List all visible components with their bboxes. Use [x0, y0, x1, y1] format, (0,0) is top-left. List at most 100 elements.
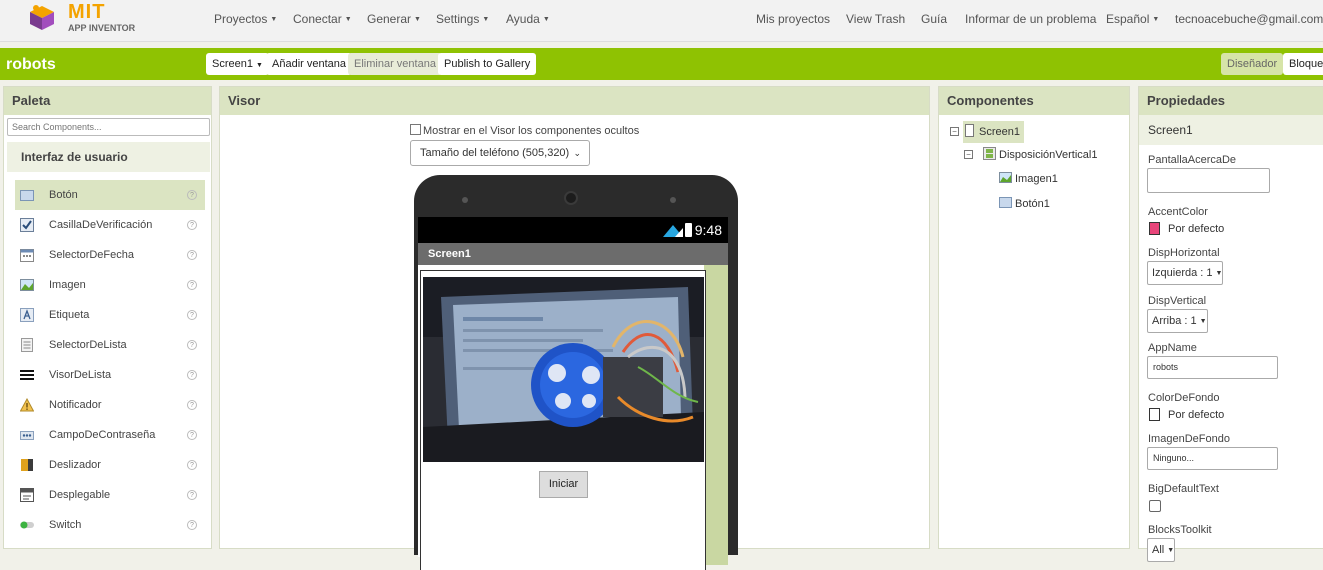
- search-components-input[interactable]: [7, 118, 210, 136]
- palette-item-spinner[interactable]: Desplegable ?: [15, 480, 205, 510]
- screen-select-button[interactable]: Screen1 ▼: [206, 53, 269, 75]
- menu-generar[interactable]: Generar ▼: [367, 12, 421, 26]
- battery-icon: [685, 223, 692, 237]
- palette-item-label[interactable]: Etiqueta ?: [15, 300, 205, 330]
- palette-item-password[interactable]: CampoDeContraseña ?: [15, 420, 205, 450]
- about-screen-textarea[interactable]: [1147, 168, 1270, 193]
- help-icon[interactable]: ?: [187, 250, 197, 260]
- vertical-align-select[interactable]: Arriba : 1 ▼: [1147, 309, 1208, 333]
- accent-color-swatch[interactable]: [1149, 222, 1160, 235]
- palette-item-button[interactable]: Botón ?: [15, 180, 205, 210]
- listpicker-icon: [21, 338, 33, 352]
- help-icon[interactable]: ?: [187, 520, 197, 530]
- checkbox-box[interactable]: [410, 124, 421, 135]
- tree-item-boton1[interactable]: Botón1: [999, 193, 1050, 215]
- selected-component-name: Screen1: [1139, 115, 1323, 145]
- slider-icon: [21, 459, 33, 471]
- calendar-icon: [20, 249, 34, 262]
- screen-icon: [965, 124, 974, 137]
- help-icon[interactable]: ?: [187, 460, 197, 470]
- chevron-down-icon: ▼: [270, 16, 278, 23]
- chevron-down-icon: ▼: [482, 16, 490, 23]
- help-icon[interactable]: ?: [187, 280, 197, 290]
- phone-sensor: [462, 197, 468, 203]
- help-icon[interactable]: ?: [187, 310, 197, 320]
- help-icon[interactable]: ?: [187, 490, 197, 500]
- about-screen-label: PantallaAcercaDe: [1148, 154, 1237, 166]
- remove-screen-button[interactable]: Eliminar ventana: [348, 53, 442, 75]
- iniciar-button-preview[interactable]: Iniciar: [539, 471, 588, 498]
- chevron-down-icon: ▼: [1199, 318, 1207, 325]
- menu-proyectos[interactable]: Proyectos ▼: [214, 12, 277, 26]
- background-color-swatch[interactable]: [1149, 408, 1160, 421]
- chevron-down-icon: ▼: [542, 16, 550, 23]
- menu-ayuda[interactable]: Ayuda ▼: [506, 12, 550, 26]
- show-hidden-components-checkbox[interactable]: Mostrar en el Visor los componentes ocul…: [410, 124, 639, 137]
- help-icon[interactable]: ?: [187, 400, 197, 410]
- tree-item-screen1[interactable]: Screen1: [963, 121, 1024, 143]
- collapse-icon[interactable]: −: [964, 150, 973, 159]
- category-user-interface[interactable]: Interfaz de usuario: [7, 142, 210, 172]
- palette-item-listview[interactable]: VisorDeLista ?: [15, 360, 205, 390]
- help-icon[interactable]: ?: [187, 430, 197, 440]
- help-icon[interactable]: ?: [187, 340, 197, 350]
- chevron-down-icon: ▼: [414, 16, 421, 23]
- button-icon: [20, 190, 34, 201]
- help-icon[interactable]: ?: [187, 370, 197, 380]
- help-icon[interactable]: ?: [187, 220, 197, 230]
- chevron-down-icon: ▼: [1152, 16, 1160, 23]
- publish-gallery-button[interactable]: Publish to Gallery: [438, 53, 537, 75]
- palette-item-datepicker[interactable]: SelectorDeFecha ?: [15, 240, 205, 270]
- horizontal-align-select[interactable]: Izquierda : 1 ▼: [1147, 261, 1224, 285]
- vertical-arrangement-preview[interactable]: Iniciar: [420, 270, 706, 570]
- background-color-value[interactable]: Por defecto: [1168, 409, 1224, 421]
- help-icon[interactable]: ?: [187, 190, 197, 200]
- guide-link[interactable]: Guía: [921, 12, 947, 26]
- background-color-label: ColorDeFondo: [1148, 392, 1220, 404]
- robot-photo-image[interactable]: [423, 277, 704, 462]
- listview-icon: [20, 370, 34, 380]
- view-trash-link[interactable]: View Trash: [846, 12, 905, 26]
- menu-settings[interactable]: Settings ▼: [436, 12, 489, 26]
- big-default-text-checkbox[interactable]: [1149, 500, 1161, 512]
- wifi-icon: [663, 225, 683, 237]
- blocks-toolkit-label: BlocksToolkit: [1148, 524, 1212, 536]
- palette-item-switch[interactable]: Switch ?: [15, 510, 205, 540]
- checkbox-icon: [20, 218, 34, 232]
- components-panel: Componentes − Screen1 − DisposiciónVerti…: [938, 86, 1130, 549]
- report-problem-link[interactable]: Informar de un problema: [965, 12, 1096, 26]
- designer-button[interactable]: Diseñador: [1221, 53, 1284, 75]
- palette-item-listpicker[interactable]: SelectorDeLista ?: [15, 330, 205, 360]
- accent-color-value[interactable]: Por defecto: [1168, 223, 1224, 235]
- background-image-input[interactable]: Ninguno...: [1147, 447, 1278, 470]
- tree-item-vertical-arrangement[interactable]: DisposiciónVertical1: [983, 144, 1097, 166]
- phone-size-select[interactable]: Tamaño del teléfono (505,320) ⌄: [410, 140, 590, 166]
- screen-title-bar: Screen1: [418, 243, 728, 265]
- chevron-down-icon: ⌄: [573, 148, 581, 158]
- my-projects-link[interactable]: Mis proyectos: [756, 12, 830, 26]
- blocks-button[interactable]: Bloques: [1283, 53, 1323, 75]
- account-menu[interactable]: tecnoacebuche@gmail.com▼: [1175, 12, 1323, 26]
- accent-color-label: AccentColor: [1148, 206, 1208, 218]
- app-inventor-logo[interactable]: MIT APP INVENTOR: [26, 0, 146, 40]
- app-name-input[interactable]: robots: [1147, 356, 1278, 379]
- palette-item-slider[interactable]: Deslizador ?: [15, 450, 205, 480]
- collapse-icon[interactable]: −: [950, 127, 959, 136]
- app-name-label: AppName: [1148, 342, 1197, 354]
- tree-item-imagen1[interactable]: Imagen1: [999, 168, 1058, 190]
- palette-item-checkbox[interactable]: CasillaDeVerificación ?: [15, 210, 205, 240]
- logo-mit-text: MIT: [68, 1, 106, 23]
- top-bar: MIT APP INVENTOR Proyectos ▼ Conectar ▼ Ge…: [0, 0, 1323, 42]
- label-icon: [20, 308, 34, 322]
- viewer-title: Visor: [220, 87, 929, 115]
- blocks-toolkit-select[interactable]: All ▼: [1147, 538, 1176, 562]
- add-screen-button[interactable]: Añadir ventana: [266, 53, 352, 75]
- image-icon: [20, 279, 34, 291]
- palette-item-notifier[interactable]: Notificador ?: [15, 390, 205, 420]
- language-menu[interactable]: Español ▼: [1106, 12, 1159, 26]
- menu-conectar[interactable]: Conectar ▼: [293, 12, 352, 26]
- big-default-text-label: BigDefaultText: [1148, 483, 1219, 495]
- viewer-panel: Visor Mostrar en el Visor los componente…: [219, 86, 930, 570]
- palette-item-image[interactable]: Imagen ?: [15, 270, 205, 300]
- properties-panel: Propiedades Screen1 PantallaAcercaDe Acc…: [1138, 86, 1323, 562]
